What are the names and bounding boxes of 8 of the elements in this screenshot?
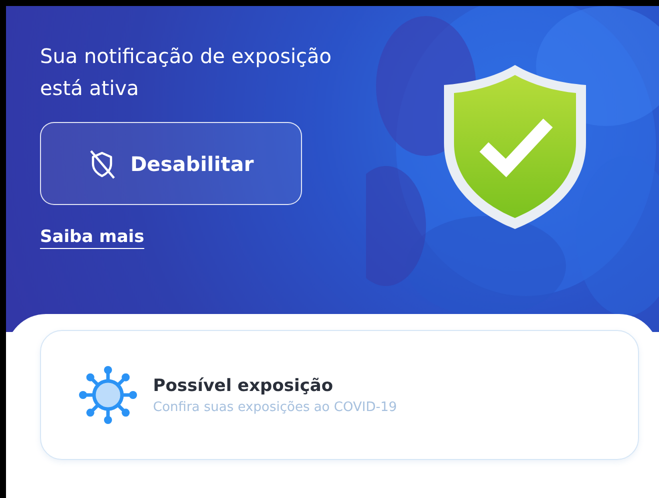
virus-icon — [77, 364, 139, 426]
learn-more-link[interactable]: Saiba mais — [40, 227, 144, 247]
disable-button[interactable]: Desabilitar — [40, 122, 302, 205]
card-subtitle: Confira suas exposições ao COVID-19 — [153, 400, 397, 414]
status-title: Sua notificação de exposição está ativa — [40, 43, 333, 102]
exposure-card[interactable]: Possível exposição Confira suas exposições ao COVID-19 — [40, 330, 639, 460]
shield-off-icon — [88, 148, 116, 178]
card-title: Possível exposição — [153, 376, 334, 396]
